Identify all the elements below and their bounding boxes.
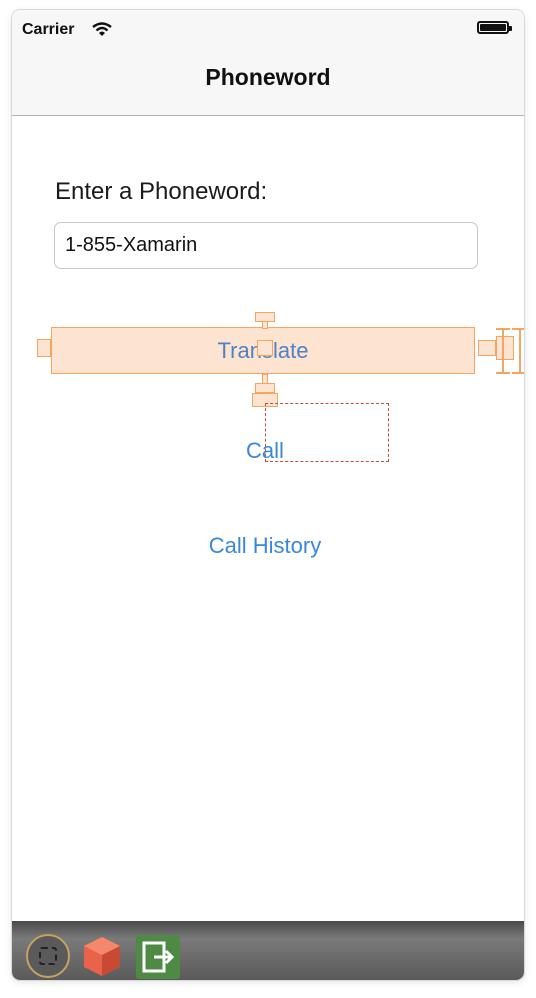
left-constraint-handle[interactable]	[37, 339, 51, 357]
phoneword-input[interactable]	[54, 222, 478, 269]
exit-icon[interactable]	[136, 935, 180, 979]
navigation-bar: Carrier Phoneword	[12, 10, 524, 116]
bottom-constraint-handle[interactable]	[255, 383, 275, 393]
carrier-label: Carrier	[22, 21, 75, 38]
designer-toolbar	[12, 921, 524, 980]
page-title: Phoneword	[205, 64, 331, 90]
view-controller-icon[interactable]	[26, 934, 70, 978]
height-dimension-tick-bottom	[496, 372, 510, 374]
right-constraint-handle[interactable]	[478, 340, 496, 356]
height-dimension-line	[502, 328, 504, 374]
outer-dimension-line	[519, 328, 521, 374]
battery-icon	[477, 21, 512, 34]
center-handle[interactable]	[257, 340, 273, 356]
phoneword-prompt-label: Enter a Phoneword:	[55, 178, 268, 205]
outer-dimension-tick-bottom	[512, 372, 524, 374]
height-dimension-tick-top	[496, 328, 510, 330]
wifi-icon	[92, 22, 112, 36]
simulator-device: Carrier Phoneword Enter a Phoneword: Tra…	[12, 10, 524, 980]
call-history-button[interactable]: Call History	[12, 533, 518, 559]
outer-dimension-tick-top	[512, 328, 524, 330]
call-button[interactable]: Call	[12, 438, 518, 464]
first-responder-icon[interactable]	[80, 934, 124, 978]
height-constraint-handle[interactable]	[496, 336, 514, 360]
top-constraint-stem	[262, 321, 268, 329]
